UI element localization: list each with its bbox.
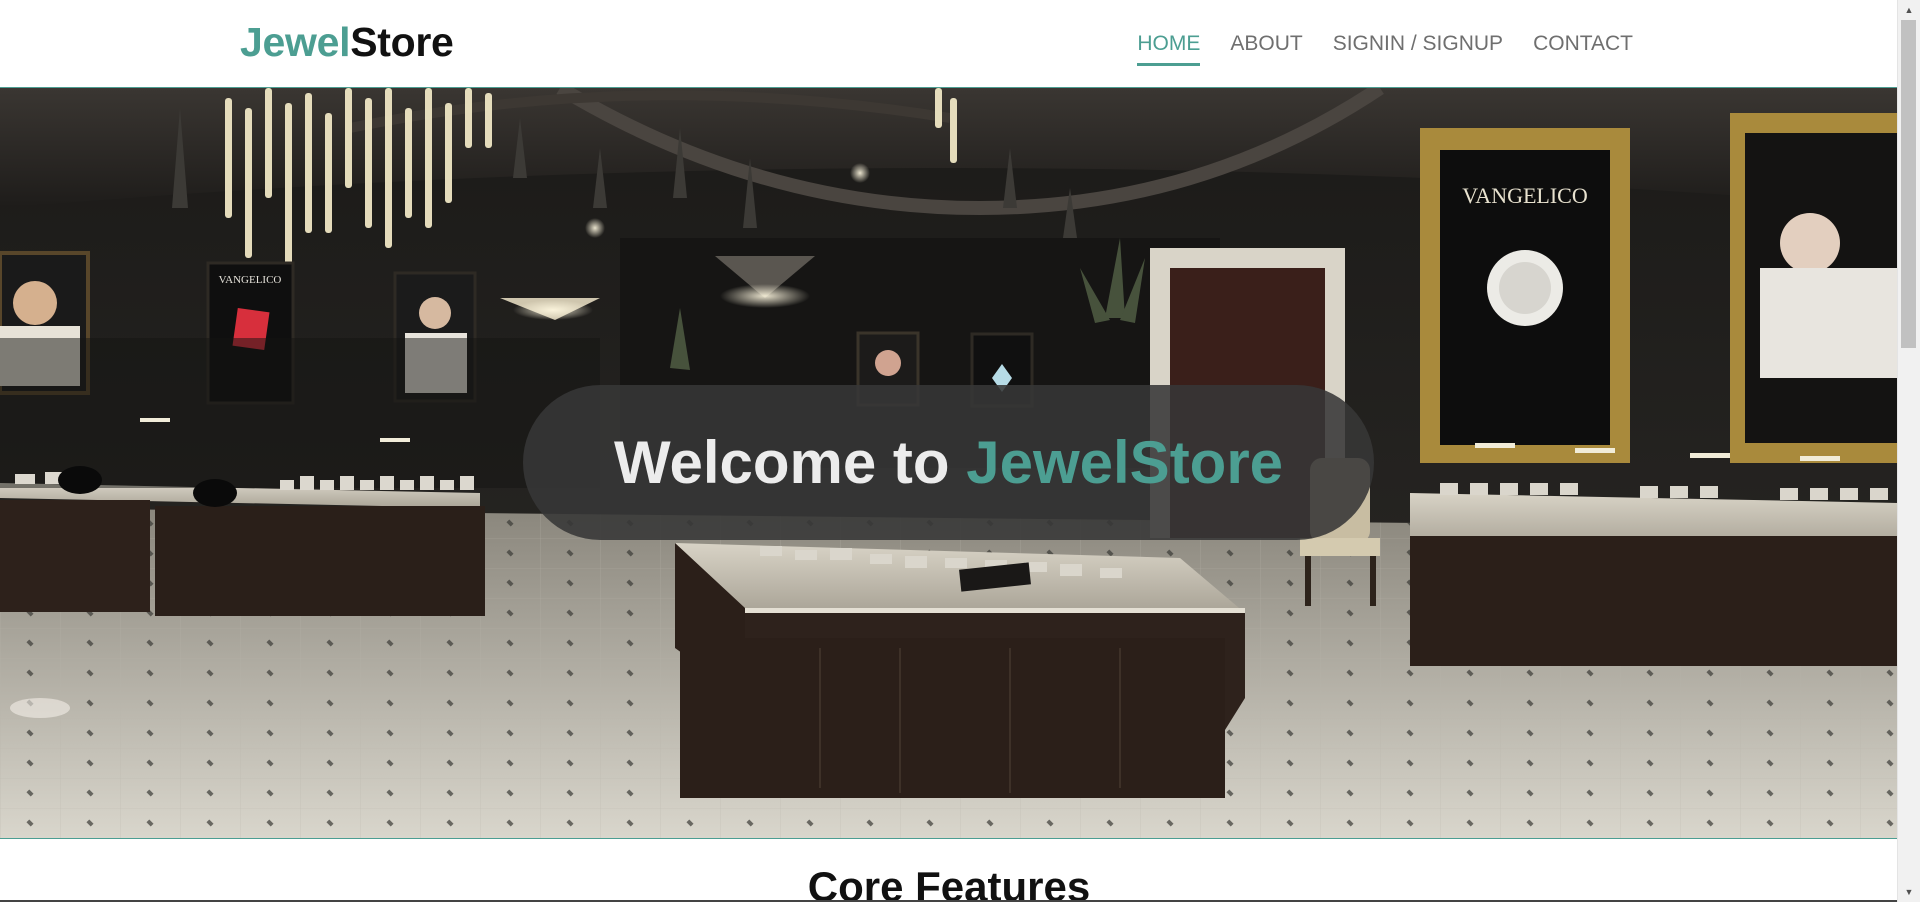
welcome-heading: Welcome to JewelStore	[614, 428, 1283, 497]
page-scrollbar[interactable]: ▲ ▼	[1897, 0, 1920, 902]
nav-home[interactable]: HOME	[1137, 26, 1201, 66]
nav-about[interactable]: ABOUT	[1230, 26, 1302, 62]
scroll-down-icon[interactable]: ▼	[1898, 882, 1920, 902]
site-logo[interactable]: JewelStore	[240, 19, 454, 65]
logo-part-jewel: Jewel	[240, 19, 351, 65]
scroll-up-icon[interactable]: ▲	[1898, 0, 1920, 20]
nav-contact[interactable]: CONTACT	[1533, 26, 1633, 62]
main-nav: HOME ABOUT SIGNIN / SIGNUP CONTACT	[1137, 0, 1633, 87]
site-header: JewelStore HOME ABOUT SIGNIN / SIGNUP CO…	[0, 0, 1898, 88]
page: JewelStore HOME ABOUT SIGNIN / SIGNUP CO…	[0, 0, 1898, 902]
welcome-banner: Welcome to JewelStore	[523, 385, 1374, 540]
hero-sign-text: VANGELICO	[219, 274, 282, 286]
welcome-prefix: Welcome to	[613, 429, 967, 496]
logo-part-store: Store	[350, 19, 454, 65]
scroll-thumb[interactable]	[1901, 20, 1916, 348]
hero-sign-text-right: VANGELICO	[1462, 183, 1587, 208]
hero-banner: VANGELICO VANGELICO Welcome to JewelStor…	[0, 88, 1898, 839]
core-features-title: Core Features	[807, 863, 1091, 902]
nav-signin-signup[interactable]: SIGNIN / SIGNUP	[1333, 26, 1503, 62]
welcome-brand: JewelStore	[966, 429, 1284, 496]
